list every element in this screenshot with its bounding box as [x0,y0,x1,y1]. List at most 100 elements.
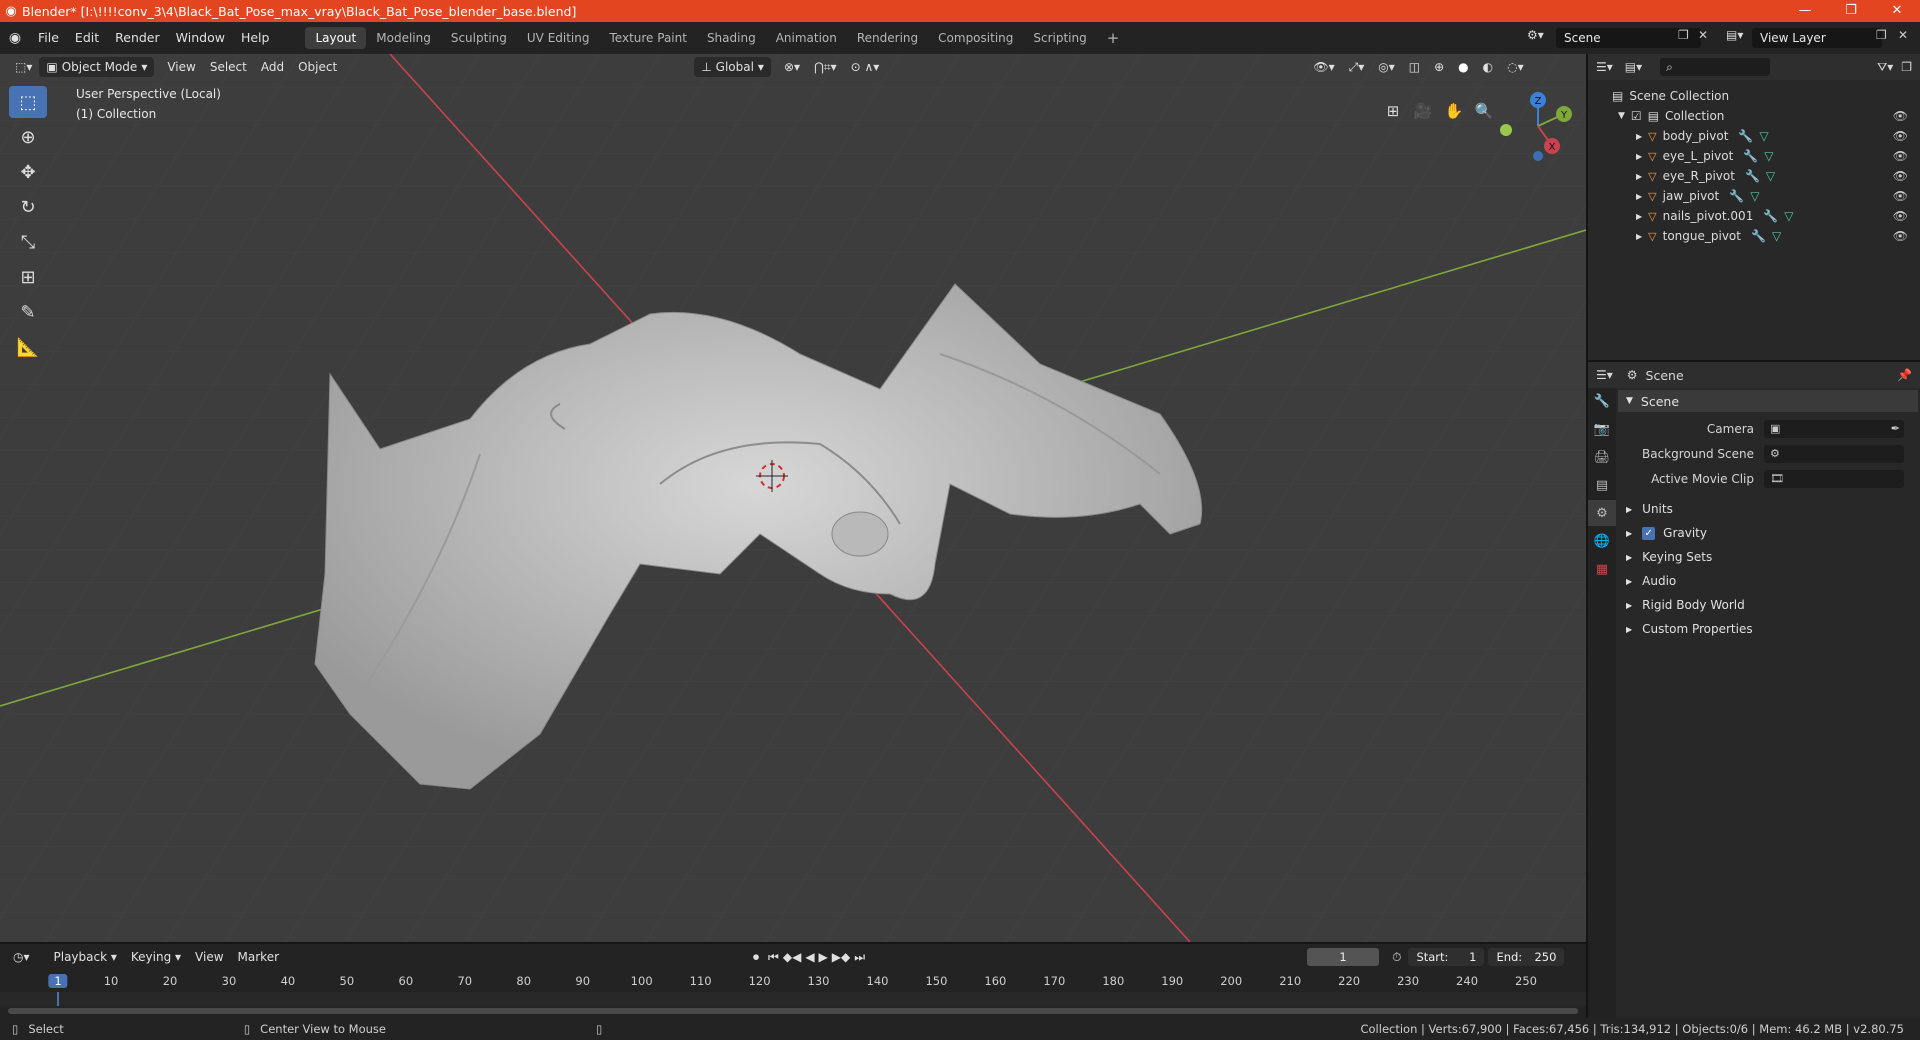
eye-icon[interactable]: 👁 [1893,209,1908,223]
chevron-right-icon[interactable]: ▶ [1636,132,1642,141]
mesh-data-icon[interactable]: ▽ [1766,169,1775,183]
chevron-right-icon[interactable]: ▶ [1636,172,1642,181]
gravity-panel[interactable]: ▶ ✓ Gravity [1618,521,1918,545]
chevron-right-icon[interactable]: ▶ [1636,212,1642,221]
timeline-keyframe-area[interactable] [0,992,1586,1006]
menu-edit[interactable]: Edit [67,28,107,48]
visibility-icon[interactable]: 👁▾ [1306,57,1341,77]
proportional-edit-icon[interactable]: ⊙ ∧▾ [844,57,887,77]
units-panel[interactable]: ▶ Units [1618,497,1918,521]
shading-rendered-icon[interactable]: ◌▾ [1500,57,1531,77]
annotate-tool-icon[interactable]: ✎ [9,296,47,328]
mesh-data-icon[interactable]: ▽ [1750,189,1759,203]
outliner-object-row[interactable]: ▶ ▽ eye_R_pivot 🔧 ▽ 👁 [1588,166,1920,186]
tab-animation[interactable]: Animation [766,27,847,49]
add-workspace-icon[interactable]: + [1097,27,1130,49]
select-box-tool-icon[interactable]: ⬚ [9,86,47,118]
3d-viewport[interactable]: ⬚▾ ▣ Object Mode ▾ View Select Add Objec… [0,54,1586,942]
zoom-icon[interactable]: 🔍 [1471,98,1497,124]
world-tab-icon[interactable]: 🌐 [1588,528,1616,554]
scene-remove-icon[interactable]: ✕ [1698,28,1708,42]
jump-end-icon[interactable]: ⏭ [852,947,867,967]
cursor-tool-icon[interactable]: ⊕ [9,121,47,153]
checkbox-icon[interactable]: ☑ [1631,109,1642,123]
restore-button[interactable]: ❐ [1828,0,1874,22]
view-layer-new-icon[interactable]: ❐ [1876,28,1887,42]
timeline-menu-view[interactable]: View [188,947,230,967]
eye-icon[interactable]: 👁 [1893,169,1908,183]
tab-texture-paint[interactable]: Texture Paint [600,27,697,49]
display-mode-icon[interactable]: ▤▾ [1625,60,1642,74]
viewport-menu-select[interactable]: Select [203,57,254,77]
tab-sculpting[interactable]: Sculpting [441,27,517,49]
eye-icon[interactable]: 👁 [1893,189,1908,203]
render-tab-icon[interactable]: 📷 [1588,416,1616,442]
viewport-menu-object[interactable]: Object [291,57,344,77]
navigation-gizmo[interactable]: Z Y X [1498,86,1578,166]
timeline-ruler[interactable]: 1 10 20 30 40 50 60 70 80 90 100 110 120 130 140 150 160… [0,972,1586,992]
eye-icon[interactable]: 👁 [1893,129,1908,143]
mesh-data-icon[interactable]: ▽ [1764,149,1773,163]
shading-wireframe-icon[interactable]: ⊕ [1427,57,1451,77]
xray-icon[interactable]: ◫ [1402,57,1427,77]
keying-sets-panel[interactable]: ▶ Keying Sets [1618,545,1918,569]
viewport-menu-view[interactable]: View [160,57,202,77]
close-button[interactable]: ✕ [1874,0,1920,22]
mesh-data-icon[interactable]: ▽ [1772,229,1781,243]
tab-layout[interactable]: Layout [305,27,367,49]
scale-tool-icon[interactable]: ⤡ [9,226,47,258]
jump-keyframe-back-icon[interactable]: ◆◀ [781,947,803,967]
custom-properties-panel[interactable]: ▶ Custom Properties [1618,617,1918,641]
timeline-menu-marker[interactable]: Marker [231,947,286,967]
editor-type-icon[interactable]: ⬚▾ [8,57,39,77]
record-icon[interactable]: ⏺ [746,947,766,967]
scene-type-icon[interactable]: ⚙▾ [1527,28,1544,42]
filter-icon[interactable]: ⛛▾ [1877,60,1893,75]
output-tab-icon[interactable]: 🖨 [1588,444,1616,470]
tab-shading[interactable]: Shading [697,27,766,49]
transform-tool-icon[interactable]: ⊞ [9,261,47,293]
modifier-wrench-icon[interactable]: 🔧 [1738,129,1753,143]
current-frame-field[interactable]: 1 [1307,948,1380,966]
end-frame-field[interactable]: End: 250 [1488,948,1565,966]
mesh-data-icon[interactable]: ▽ [1759,129,1768,143]
scene-collection-row[interactable]: ▤ Scene Collection [1588,86,1920,106]
view-layer-selector[interactable]: View Layer [1752,28,1882,48]
shading-material-icon[interactable]: ◐ [1476,57,1500,77]
chevron-right-icon[interactable]: ▶ [1636,152,1642,161]
scene-panel-header[interactable]: ▼ Scene [1618,390,1918,412]
minimize-button[interactable]: — [1782,0,1828,22]
texture-tab-icon[interactable]: ▦ [1588,556,1616,582]
menu-render[interactable]: Render [107,28,168,48]
menu-file[interactable]: File [30,28,67,48]
timeline-scrollbar[interactable] [8,1008,1578,1014]
view-layer-tab-icon[interactable]: ▤ [1588,472,1616,498]
chevron-right-icon[interactable]: ▶ [1636,192,1642,201]
eye-icon[interactable]: 👁 [1893,109,1908,123]
playhead-line[interactable] [57,992,59,1006]
background-scene-field[interactable]: ⚙ [1764,444,1904,463]
move-tool-icon[interactable]: ✥ [9,156,47,188]
jump-keyframe-forward-icon[interactable]: ▶◆ [830,947,852,967]
tab-rendering[interactable]: Rendering [847,27,928,49]
modifier-wrench-icon[interactable]: 🔧 [1743,149,1758,163]
collection-row[interactable]: ▼ ☑ ▤ Collection 👁 [1588,106,1920,126]
eye-icon[interactable]: 👁 [1893,229,1908,243]
active-movie-clip-field[interactable]: 🎞 [1764,469,1904,488]
outliner-object-row[interactable]: ▶ ▽ jaw_pivot 🔧 ▽ 👁 [1588,186,1920,206]
mesh-data-icon[interactable]: ▽ [1784,209,1793,223]
timeline-editor-type-icon[interactable]: ◷▾ [6,947,37,967]
tab-compositing[interactable]: Compositing [928,27,1023,49]
toggle-grid-icon[interactable]: ⊞ [1380,98,1406,124]
shading-solid-icon[interactable]: ● [1451,57,1475,77]
tab-scripting[interactable]: Scripting [1023,27,1096,49]
eye-icon[interactable]: 👁 [1893,149,1908,163]
rigid-body-world-panel[interactable]: ▶ Rigid Body World [1618,593,1918,617]
scene-tab-icon[interactable]: ⚙ [1588,500,1616,526]
transform-orientation-dropdown[interactable]: ⊥ Global ▾ [694,57,771,77]
view-layer-icon[interactable]: ▤▾ [1726,28,1743,42]
menu-window[interactable]: Window [168,28,233,48]
eyedropper-icon[interactable]: ✒ [1891,422,1900,435]
outliner-object-row[interactable]: ▶ ▽ nails_pivot.001 🔧 ▽ 👁 [1588,206,1920,226]
blender-menu-icon[interactable]: ◉ [0,30,30,46]
